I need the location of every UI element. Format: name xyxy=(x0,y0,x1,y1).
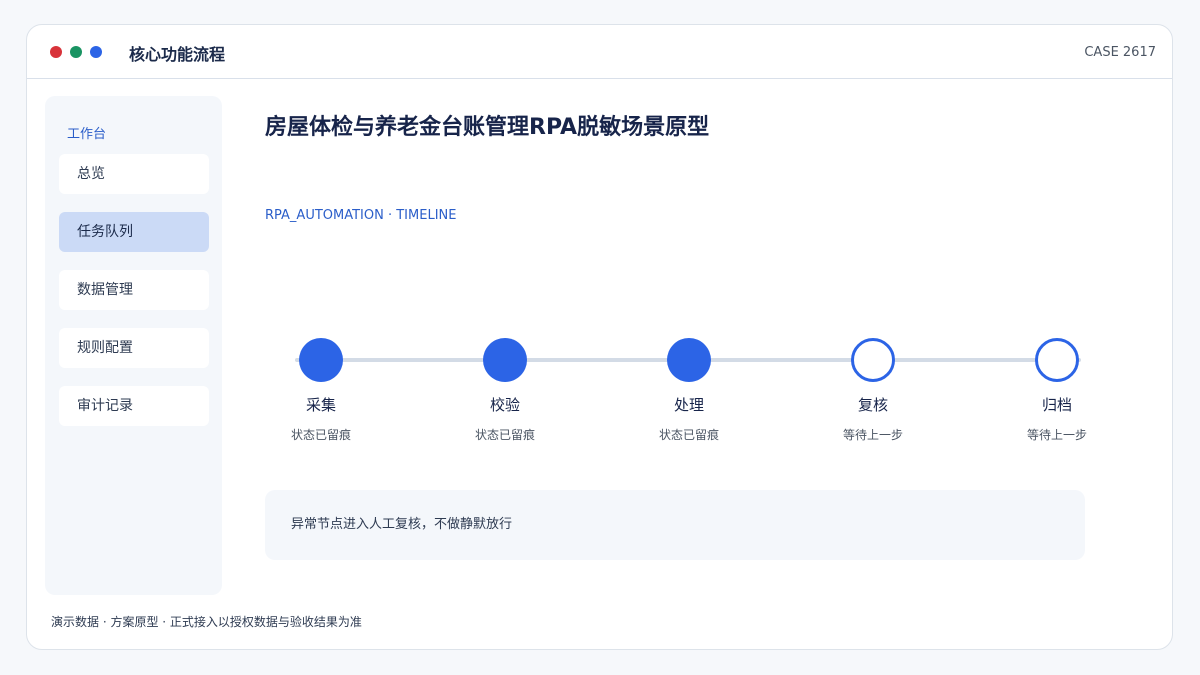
case-id: CASE 2617 xyxy=(1084,45,1156,60)
step-status: 状态已留痕 xyxy=(290,428,351,442)
sidebar-heading: 工作台 xyxy=(67,127,107,142)
maximize-window-button[interactable] xyxy=(90,46,102,58)
step-label: 归档 xyxy=(1041,396,1072,414)
app-window: 核心功能流程 CASE 2617 工作台 总览 任务队列 数据管理 规则配置 审… xyxy=(26,24,1173,650)
step-status-icon xyxy=(667,338,711,382)
step-status-icon xyxy=(483,338,527,382)
app-title: 核心功能流程 xyxy=(129,45,226,64)
step-status: 状态已留痕 xyxy=(474,428,535,442)
exception-notice: 异常节点进入人工复核，不做静默放行 xyxy=(265,490,1085,560)
step-status-icon xyxy=(299,338,343,382)
step-label: 处理 xyxy=(673,396,704,414)
page-subtitle: RPA_AUTOMATION · TIMELINE xyxy=(265,208,457,223)
sidebar-item-task-queue[interactable]: 任务队列 xyxy=(59,212,209,252)
step-status: 状态已留痕 xyxy=(658,428,719,442)
sidebar-item-rule-config[interactable]: 规则配置 xyxy=(59,328,209,368)
sidebar: 工作台 总览 任务队列 数据管理 规则配置 审计记录 xyxy=(45,96,222,595)
page-title: 房屋体检与养老金台账管理RPA脱敏场景原型 xyxy=(265,115,710,140)
footer-disclaimer: 演示数据 · 方案原型 · 正式接入以授权数据与验收结果为准 xyxy=(51,615,362,629)
step-status-icon xyxy=(851,338,895,382)
timeline-step-verify: 校验 状态已留痕 xyxy=(445,338,565,443)
step-label: 校验 xyxy=(489,396,520,414)
sidebar-item-data-management[interactable]: 数据管理 xyxy=(59,270,209,310)
step-label: 采集 xyxy=(305,396,336,414)
sidebar-item-audit-log[interactable]: 审计记录 xyxy=(59,386,209,426)
step-status-icon xyxy=(1035,338,1079,382)
timeline-step-archive: 归档 等待上一步 xyxy=(997,338,1117,443)
sidebar-item-overview[interactable]: 总览 xyxy=(59,154,209,194)
timeline-step-process: 处理 状态已留痕 xyxy=(629,338,749,443)
step-status: 等待上一步 xyxy=(1026,428,1087,442)
timeline-step-collect: 采集 状态已留痕 xyxy=(261,338,381,443)
minimize-window-button[interactable] xyxy=(70,46,82,58)
close-window-button[interactable] xyxy=(50,46,62,58)
step-label: 复核 xyxy=(857,396,888,414)
step-status: 等待上一步 xyxy=(842,428,903,442)
title-bar: 核心功能流程 CASE 2617 xyxy=(27,25,1172,79)
timeline-step-review: 复核 等待上一步 xyxy=(813,338,933,443)
